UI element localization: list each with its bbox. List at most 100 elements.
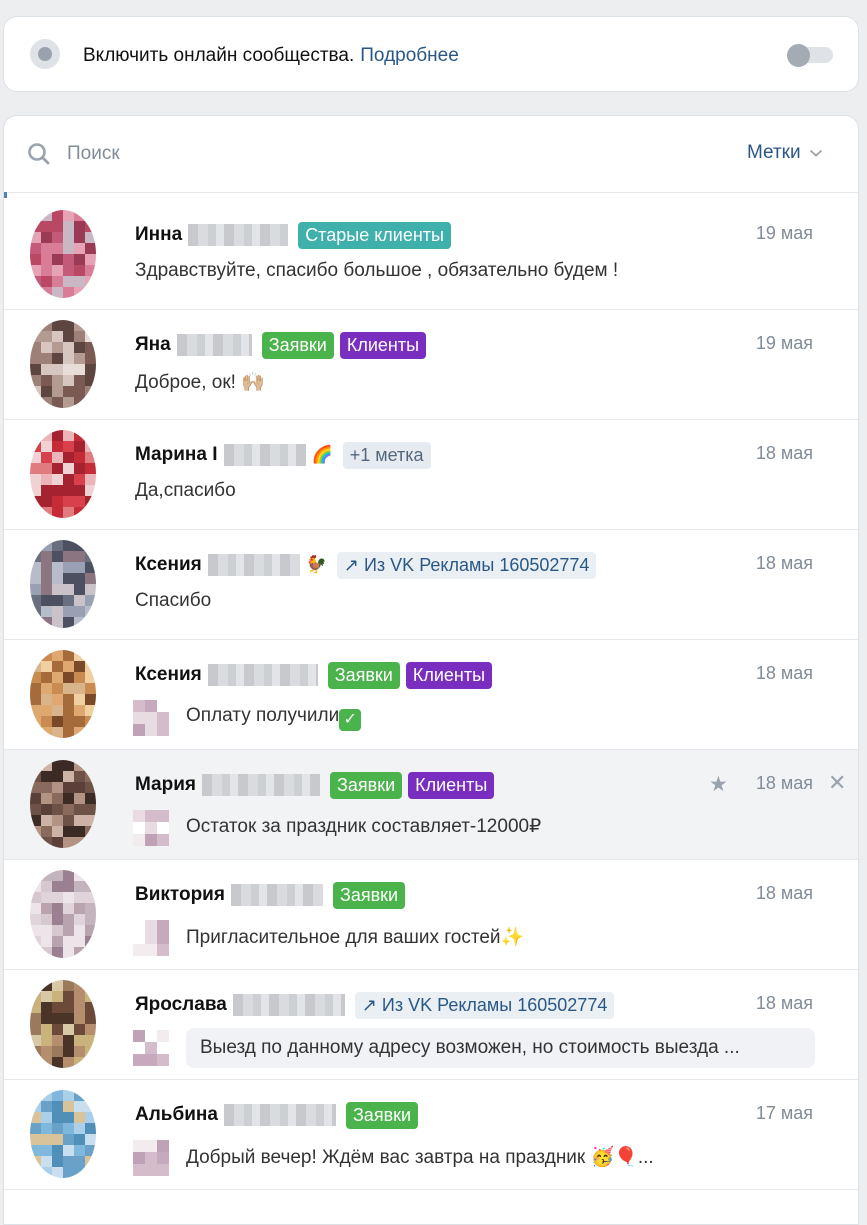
label-tag-apps[interactable]: Заявки bbox=[332, 881, 406, 909]
message-date: 19 мая bbox=[755, 333, 813, 353]
avatar[interactable] bbox=[30, 650, 96, 738]
blurred-surname bbox=[207, 664, 318, 686]
contact-name[interactable]: Мария bbox=[135, 774, 196, 796]
message-text: Да,спасибо bbox=[135, 480, 236, 501]
conversation-header: Инна Старые клиенты bbox=[135, 221, 451, 249]
message-text: Добрый вечер! Ждём вас завтра на праздни… bbox=[186, 1147, 654, 1168]
blurred-surname bbox=[223, 1104, 336, 1126]
conversation-row[interactable]: Мария Заявки Клиенты ★ ✕ 18 мая Остаток за пра… bbox=[4, 750, 858, 860]
online-toggle[interactable] bbox=[787, 44, 833, 67]
blurred-surname bbox=[188, 224, 289, 246]
conversation-row[interactable]: Ярослава ↗ Из VK Рекламы 160502774 18 мая В… bbox=[4, 970, 858, 1080]
message-date: 19 мая bbox=[755, 223, 813, 243]
label-tag-clients[interactable]: Клиенты bbox=[405, 661, 493, 689]
message-preview: Добрый вечер! Ждём вас завтра на праздни… bbox=[186, 1145, 654, 1169]
online-banner-text: Включить онлайн сообщества. Подробнее bbox=[83, 45, 459, 67]
label-tag-apps[interactable]: Заявки bbox=[261, 331, 334, 359]
scroll-indicator bbox=[4, 192, 7, 198]
search-input[interactable]: Поиск bbox=[67, 143, 120, 165]
more-info-link[interactable]: Подробнее bbox=[360, 45, 459, 66]
message-text: Пригласительное для ваших гостей✨ bbox=[186, 927, 525, 948]
label-tag-old[interactable]: Старые клиенты bbox=[298, 221, 451, 249]
message-preview: Пригласительное для ваших гостей✨ bbox=[186, 925, 524, 949]
blurred-surname bbox=[232, 994, 345, 1016]
blurred-surname bbox=[176, 334, 252, 356]
contact-name[interactable]: Ксения bbox=[135, 664, 202, 686]
contact-name[interactable]: Альбина bbox=[135, 1104, 218, 1126]
label-tag-apps[interactable]: Заявки bbox=[330, 771, 403, 799]
blurred-surname bbox=[207, 554, 300, 576]
contact-name[interactable]: Инна bbox=[135, 224, 182, 246]
radio-icon[interactable] bbox=[30, 39, 60, 69]
label-tag-more[interactable]: +1 метка bbox=[342, 441, 431, 469]
message-date: 18 мая bbox=[755, 993, 813, 1013]
sender-avatar-thumb bbox=[133, 810, 171, 848]
star-icon[interactable]: ★ bbox=[709, 772, 728, 797]
blurred-surname bbox=[223, 444, 306, 466]
avatar[interactable] bbox=[30, 1090, 96, 1178]
chevron-down-icon bbox=[809, 150, 822, 157]
message-date: 18 мая bbox=[755, 663, 813, 683]
label-tag-ad[interactable]: ↗ Из VK Рекламы 160502774 bbox=[354, 991, 615, 1019]
conversation-row[interactable]: Ксения Заявки Клиенты 18 мая Оплату получили… bbox=[4, 640, 858, 750]
labels-filter-dropdown[interactable]: Метки bbox=[747, 142, 823, 164]
label-tag-clients[interactable]: Клиенты bbox=[339, 331, 427, 359]
avatar[interactable] bbox=[30, 870, 96, 958]
sender-avatar-thumb bbox=[133, 920, 171, 958]
name-emoji: 🐓 bbox=[305, 555, 327, 574]
message-preview: Да,спасибо bbox=[135, 480, 236, 502]
label-tag-clients[interactable]: Клиенты bbox=[408, 771, 495, 799]
message-text: Остаток за праздник составляет-12000₽ bbox=[186, 816, 542, 837]
message-preview: Здравствуйте, спасибо большое , обязател… bbox=[135, 260, 618, 282]
conversation-header: Ярослава ↗ Из VK Рекламы 160502774 bbox=[135, 991, 615, 1019]
contact-name[interactable]: Ярослава bbox=[135, 994, 227, 1016]
conversation-header: Ксения 🐓 ↗ Из VK Рекламы 160502774 bbox=[135, 551, 597, 579]
avatar[interactable] bbox=[30, 210, 96, 298]
online-banner: Включить онлайн сообщества. Подробнее bbox=[3, 16, 859, 92]
contact-name[interactable]: Виктория bbox=[135, 884, 225, 906]
conversation-header: Виктория Заявки bbox=[135, 881, 406, 909]
message-preview: Остаток за праздник составляет-12000₽ bbox=[186, 815, 541, 838]
conversation-row[interactable]: Альбина Заявки 17 мая Добрый вечер! Ждём ва… bbox=[4, 1080, 858, 1190]
message-text: Оплату получили bbox=[186, 705, 340, 726]
conversation-row[interactable]: Яна Заявки Клиенты 19 мая Доброе, ок! 🙌🏼 bbox=[4, 310, 858, 420]
conversation-header: Ксения Заявки Клиенты bbox=[135, 661, 493, 689]
blurred-surname bbox=[202, 774, 320, 796]
message-preview: Доброе, ок! 🙌🏼 bbox=[135, 370, 265, 394]
sender-avatar-thumb bbox=[133, 700, 171, 738]
message-date: 18 мая bbox=[755, 773, 813, 793]
sender-avatar-thumb bbox=[133, 1030, 171, 1068]
search-icon[interactable] bbox=[26, 141, 52, 167]
close-icon[interactable]: ✕ bbox=[828, 770, 846, 796]
avatar[interactable] bbox=[30, 430, 96, 518]
message-text: Здравствуйте, спасибо большое , обязател… bbox=[135, 260, 619, 281]
message-text: Спасибо bbox=[135, 590, 212, 611]
label-tag-ad[interactable]: ↗ Из VK Рекламы 160502774 bbox=[336, 551, 597, 579]
message-date: 18 мая bbox=[755, 883, 813, 903]
conversation-header: Марина I 🌈 +1 метка bbox=[135, 441, 431, 469]
avatar[interactable] bbox=[30, 540, 96, 628]
conversation-row[interactable]: Инна Старые клиенты 19 мая Здравствуйте, сп… bbox=[4, 200, 858, 310]
online-banner-label: Включить онлайн сообщества. bbox=[83, 45, 355, 66]
avatar[interactable] bbox=[30, 320, 96, 408]
conversation-row[interactable]: Виктория Заявки 18 мая Пригласительное для … bbox=[4, 860, 858, 970]
contact-name[interactable]: Ксения bbox=[135, 554, 202, 576]
conversation-list: Инна Старые клиенты 19 мая Здравствуйте, сп… bbox=[4, 200, 858, 1190]
label-tag-apps[interactable]: Заявки bbox=[327, 661, 400, 689]
search-bar: Поиск Метки bbox=[4, 116, 858, 193]
labels-filter-label: Метки bbox=[747, 142, 801, 163]
label-tag-apps[interactable]: Заявки bbox=[345, 1101, 419, 1129]
conversation-row[interactable]: Ксения 🐓 ↗ Из VK Рекламы 160502774 18 мая Сп… bbox=[4, 530, 858, 640]
message-preview: Оплату получили ✓ bbox=[186, 705, 362, 731]
contact-name[interactable]: Марина I bbox=[135, 444, 218, 466]
avatar[interactable] bbox=[30, 760, 96, 848]
unread-message-bubble: Выезд по данному адресу возможен, но сто… bbox=[186, 1028, 815, 1068]
avatar[interactable] bbox=[30, 980, 96, 1068]
conversation-header: Альбина Заявки bbox=[135, 1101, 419, 1129]
conversations-panel: Поиск Метки Инна Старые клиенты 19 мая Здра… bbox=[3, 115, 859, 1225]
contact-name[interactable]: Яна bbox=[135, 334, 171, 356]
message-date: 18 мая bbox=[755, 443, 813, 463]
conversation-row[interactable]: Марина I 🌈 +1 метка 18 мая Да,спасибо bbox=[4, 420, 858, 530]
message-text: Доброе, ок! 🙌🏼 bbox=[135, 372, 265, 393]
message-date: 17 мая bbox=[755, 1103, 813, 1123]
